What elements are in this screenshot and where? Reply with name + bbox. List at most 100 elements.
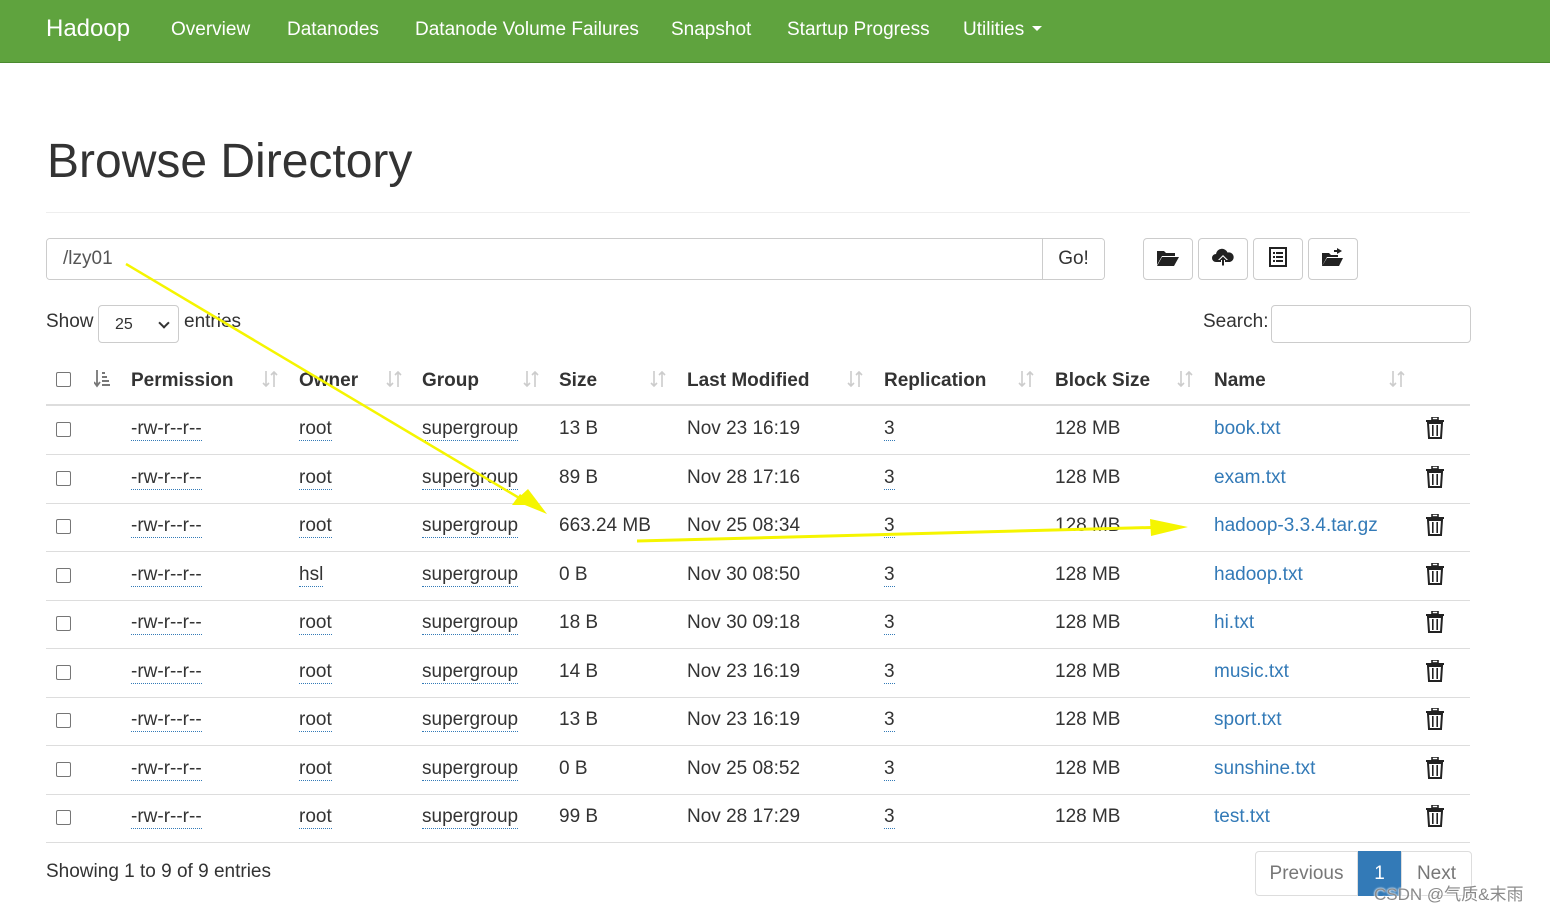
sort-icon[interactable] bbox=[1018, 368, 1034, 390]
upload-files-button[interactable] bbox=[1198, 238, 1248, 280]
table-search-input[interactable] bbox=[1271, 305, 1471, 343]
replication-cell[interactable]: 3 bbox=[884, 564, 895, 587]
sort-icon[interactable] bbox=[1177, 368, 1193, 390]
sort-icon[interactable] bbox=[650, 368, 666, 390]
permission-cell[interactable]: -rw-r--r-- bbox=[131, 564, 202, 587]
file-name-link[interactable]: book.txt bbox=[1214, 418, 1281, 440]
group-cell[interactable]: supergroup bbox=[422, 564, 519, 587]
trash-icon[interactable] bbox=[1426, 465, 1444, 488]
group-cell[interactable]: supergroup bbox=[422, 467, 519, 490]
file-name-link[interactable]: music.txt bbox=[1214, 661, 1289, 683]
trash-icon[interactable] bbox=[1426, 756, 1444, 779]
replication-cell[interactable]: 3 bbox=[884, 661, 895, 684]
size-cell: 13 B bbox=[559, 418, 599, 439]
cut-paste-button[interactable] bbox=[1253, 238, 1303, 280]
permission-cell[interactable]: -rw-r--r-- bbox=[131, 515, 202, 538]
row-checkbox[interactable] bbox=[56, 713, 71, 728]
file-name-link[interactable]: hi.txt bbox=[1214, 612, 1254, 634]
permission-cell[interactable]: -rw-r--r-- bbox=[131, 806, 202, 829]
group-cell[interactable]: supergroup bbox=[422, 661, 519, 684]
nav-startup-progress[interactable]: Startup Progress bbox=[787, 19, 930, 41]
replication-cell[interactable]: 3 bbox=[884, 806, 895, 829]
sort-icon[interactable] bbox=[847, 368, 863, 390]
create-directory-button[interactable] bbox=[1143, 238, 1193, 280]
sort-icon[interactable] bbox=[262, 368, 278, 390]
previous-page-button[interactable]: Previous bbox=[1255, 851, 1358, 896]
brand-logo[interactable]: Hadoop bbox=[46, 15, 130, 43]
file-name-link[interactable]: test.txt bbox=[1214, 806, 1270, 828]
owner-cell[interactable]: root bbox=[299, 467, 332, 490]
nav-snapshot[interactable]: Snapshot bbox=[671, 19, 751, 41]
replication-cell[interactable]: 3 bbox=[884, 467, 895, 490]
trash-icon[interactable] bbox=[1426, 513, 1444, 536]
column-header-group[interactable]: Group bbox=[422, 370, 479, 392]
trash-icon[interactable] bbox=[1426, 562, 1444, 585]
replication-cell[interactable]: 3 bbox=[884, 515, 895, 538]
group-cell[interactable]: supergroup bbox=[422, 709, 519, 732]
group-cell[interactable]: supergroup bbox=[422, 806, 519, 829]
row-checkbox[interactable] bbox=[56, 810, 71, 825]
permission-cell[interactable]: -rw-r--r-- bbox=[131, 661, 202, 684]
row-checkbox[interactable] bbox=[56, 568, 71, 583]
replication-cell[interactable]: 3 bbox=[884, 758, 895, 781]
permission-cell[interactable]: -rw-r--r-- bbox=[131, 612, 202, 635]
move-button[interactable] bbox=[1308, 238, 1358, 280]
permission-cell[interactable]: -rw-r--r-- bbox=[131, 758, 202, 781]
trash-icon[interactable] bbox=[1426, 659, 1444, 682]
sort-icon[interactable] bbox=[386, 368, 402, 390]
sort-icon[interactable] bbox=[523, 368, 539, 390]
owner-cell[interactable]: hsl bbox=[299, 564, 324, 587]
nav-utilities-dropdown[interactable]: Utilities bbox=[963, 19, 1043, 41]
row-checkbox[interactable] bbox=[56, 422, 71, 437]
column-header-owner[interactable]: Owner bbox=[299, 370, 358, 392]
permission-cell[interactable]: -rw-r--r-- bbox=[131, 418, 202, 441]
row-checkbox[interactable] bbox=[56, 519, 71, 534]
nav-overview[interactable]: Overview bbox=[171, 19, 250, 41]
group-cell[interactable]: supergroup bbox=[422, 612, 519, 635]
sort-amount-icon[interactable] bbox=[93, 368, 110, 390]
owner-cell[interactable]: root bbox=[299, 661, 332, 684]
trash-icon[interactable] bbox=[1426, 804, 1444, 827]
owner-cell[interactable]: root bbox=[299, 418, 332, 441]
file-name-link[interactable]: hadoop-3.3.4.tar.gz bbox=[1214, 515, 1378, 537]
owner-cell[interactable]: root bbox=[299, 758, 332, 781]
row-checkbox[interactable] bbox=[56, 665, 71, 680]
replication-cell[interactable]: 3 bbox=[884, 418, 895, 441]
directory-path-input[interactable] bbox=[47, 239, 1042, 279]
select-all-checkbox[interactable] bbox=[56, 372, 71, 387]
column-header-block-size[interactable]: Block Size bbox=[1055, 370, 1150, 392]
group-cell[interactable]: supergroup bbox=[422, 418, 519, 441]
nav-datanode-volume-failures[interactable]: Datanode Volume Failures bbox=[415, 19, 639, 41]
row-checkbox[interactable] bbox=[56, 762, 71, 777]
permission-cell[interactable]: -rw-r--r-- bbox=[131, 709, 202, 732]
group-cell[interactable]: supergroup bbox=[422, 758, 519, 781]
owner-cell[interactable]: root bbox=[299, 515, 332, 538]
file-name-link[interactable]: sunshine.txt bbox=[1214, 758, 1315, 780]
replication-cell[interactable]: 3 bbox=[884, 709, 895, 732]
owner-cell[interactable]: root bbox=[299, 612, 332, 635]
table-row: -rw-r--r-- hsl supergroup 0 B Nov 30 08:… bbox=[46, 552, 1470, 601]
row-checkbox[interactable] bbox=[56, 471, 71, 486]
trash-icon[interactable] bbox=[1426, 610, 1444, 633]
column-header-last-modified[interactable]: Last Modified bbox=[687, 370, 809, 392]
row-checkbox[interactable] bbox=[56, 616, 71, 631]
trash-icon[interactable] bbox=[1426, 707, 1444, 730]
trash-icon[interactable] bbox=[1426, 416, 1444, 439]
owner-cell[interactable]: root bbox=[299, 709, 332, 732]
sort-icon[interactable] bbox=[1389, 368, 1405, 390]
go-button[interactable]: Go! bbox=[1042, 239, 1104, 279]
file-name-link[interactable]: hadoop.txt bbox=[1214, 564, 1303, 586]
column-header-name[interactable]: Name bbox=[1214, 370, 1266, 392]
owner-cell[interactable]: root bbox=[299, 806, 332, 829]
file-name-link[interactable]: exam.txt bbox=[1214, 467, 1286, 489]
file-name-link[interactable]: sport.txt bbox=[1214, 709, 1282, 731]
column-header-size[interactable]: Size bbox=[559, 370, 597, 392]
nav-datanodes[interactable]: Datanodes bbox=[287, 19, 379, 41]
column-header-permission[interactable]: Permission bbox=[131, 370, 233, 392]
page-size-select[interactable]: 25 bbox=[98, 305, 179, 343]
size-cell: 89 B bbox=[559, 467, 599, 488]
replication-cell[interactable]: 3 bbox=[884, 612, 895, 635]
permission-cell[interactable]: -rw-r--r-- bbox=[131, 467, 202, 490]
group-cell[interactable]: supergroup bbox=[422, 515, 519, 538]
column-header-replication[interactable]: Replication bbox=[884, 370, 986, 392]
